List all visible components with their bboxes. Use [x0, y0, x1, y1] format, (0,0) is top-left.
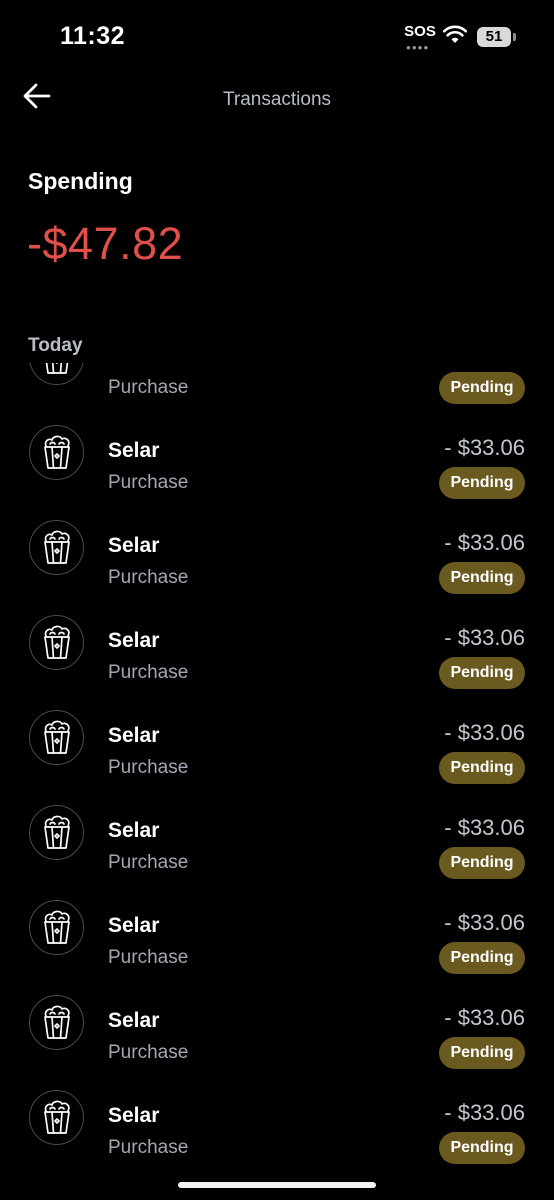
merchant-avatar — [29, 520, 84, 575]
merchant-name: Selar — [108, 1009, 160, 1032]
transaction-row[interactable]: Selar Purchase - $33.06 Pending — [0, 690, 554, 785]
transaction-type: Purchase — [108, 1042, 189, 1063]
status-badge: Pending — [439, 752, 525, 784]
transaction-type: Purchase — [108, 852, 189, 873]
transaction-type: Purchase — [108, 472, 189, 493]
transaction-amount: - $33.06 — [444, 720, 525, 745]
spending-label: Spending — [28, 168, 133, 194]
status-badge: Pending — [439, 372, 525, 404]
transaction-amount: - $33.06 — [444, 1100, 525, 1125]
transaction-type: Purchase — [108, 662, 189, 683]
status-badge: Pending — [439, 562, 525, 594]
signal-dots-icon: ●●●● — [406, 43, 430, 52]
sos-indicator: SOS — [404, 23, 436, 40]
merchant-name: Selar — [108, 724, 160, 747]
merchant-avatar — [29, 710, 84, 765]
merchant-avatar — [29, 805, 84, 860]
merchant-name: Selar — [108, 439, 160, 462]
section-header-today: Today — [28, 335, 83, 356]
popcorn-icon — [45, 363, 69, 374]
transaction-list[interactable]: Selar Purchase Pending Selar Purchase - … — [0, 363, 554, 1200]
merchant-avatar — [29, 1090, 84, 1145]
transaction-row[interactable]: Selar Purchase - $33.06 Pending — [0, 1070, 554, 1165]
transaction-amount: - $33.06 — [444, 435, 525, 460]
status-bar: 11:32 SOS ●●●● 51 — [0, 0, 554, 72]
transaction-type: Purchase — [108, 757, 189, 778]
merchant-avatar — [29, 363, 84, 385]
transaction-row[interactable]: Selar Purchase - $33.06 Pending — [0, 500, 554, 595]
transaction-row[interactable]: Selar Purchase - $33.06 Pending — [0, 880, 554, 975]
status-badge: Pending — [439, 467, 525, 499]
transaction-type: Purchase — [108, 567, 189, 588]
popcorn-icon — [44, 530, 70, 564]
transaction-row[interactable]: Selar Purchase - $33.06 Pending — [0, 595, 554, 690]
transaction-type: Purchase — [108, 1137, 189, 1158]
transaction-type: Purchase — [108, 947, 189, 968]
merchant-name: Selar — [108, 363, 159, 368]
merchant-avatar — [29, 995, 84, 1050]
merchant-name: Selar — [108, 534, 160, 557]
status-badge: Pending — [439, 657, 525, 689]
status-time: 11:32 — [60, 22, 126, 50]
status-badge: Pending — [439, 942, 525, 974]
popcorn-icon — [44, 1005, 70, 1039]
merchant-avatar — [29, 615, 84, 670]
wifi-icon — [443, 25, 467, 43]
merchant-name: Selar — [108, 629, 160, 652]
popcorn-icon — [44, 910, 70, 944]
merchant-name: Selar — [108, 914, 160, 937]
transaction-row[interactable]: Selar Purchase Pending — [0, 363, 554, 405]
popcorn-icon — [44, 435, 70, 469]
spending-amount: -$47.82 — [27, 218, 184, 269]
merchant-name: Selar — [108, 819, 160, 842]
status-badge: Pending — [439, 1037, 525, 1069]
transaction-amount: - $33.06 — [444, 815, 525, 840]
merchant-name: Selar — [108, 1104, 160, 1127]
battery-icon: 51 — [477, 27, 511, 47]
popcorn-icon — [44, 720, 70, 754]
transaction-amount: - $33.06 — [444, 910, 525, 935]
popcorn-icon — [44, 1100, 70, 1134]
transaction-type: Purchase — [108, 377, 189, 398]
transaction-row[interactable]: Selar Purchase - $33.06 Pending — [0, 405, 554, 500]
popcorn-icon — [44, 815, 70, 849]
battery-tip — [513, 33, 516, 41]
transaction-amount: - $33.06 — [444, 530, 525, 555]
popcorn-icon — [44, 625, 70, 659]
status-badge: Pending — [439, 1132, 525, 1164]
transaction-amount: - $33.06 — [444, 1005, 525, 1030]
page-title: Transactions — [222, 89, 332, 110]
merchant-avatar — [29, 425, 84, 480]
transaction-row[interactable]: Selar Purchase - $33.06 Pending — [0, 785, 554, 880]
merchant-avatar — [29, 900, 84, 955]
status-badge: Pending — [439, 847, 525, 879]
transaction-row[interactable]: Selar Purchase - $33.06 Pending — [0, 975, 554, 1070]
home-indicator — [178, 1182, 376, 1188]
transaction-amount: - $33.06 — [444, 625, 525, 650]
